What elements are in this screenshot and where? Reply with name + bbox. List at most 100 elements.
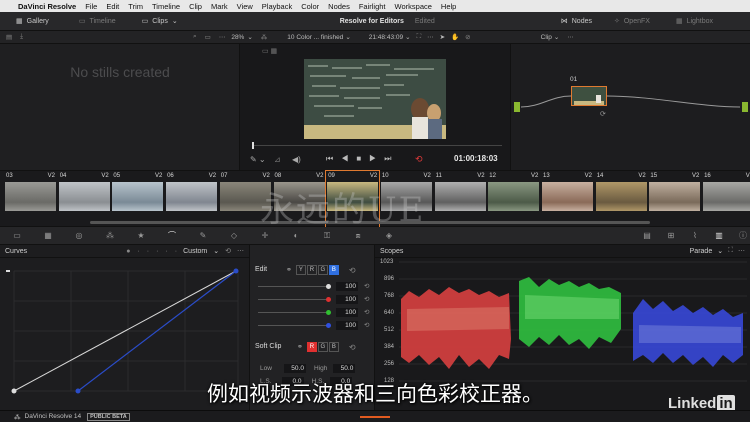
curves-mode-select[interactable]: Custom: [183, 248, 207, 255]
menu-workspace[interactable]: Workspace: [395, 2, 432, 11]
menu-edit[interactable]: Edit: [106, 2, 119, 11]
reset-icon[interactable]: ⟲: [225, 247, 231, 255]
link-icon[interactable]: ⚭: [297, 343, 303, 351]
gallery-list-icon[interactable]: ▤: [6, 33, 12, 41]
menu-file[interactable]: File: [85, 2, 97, 11]
reset-icon[interactable]: ⟲: [364, 308, 369, 316]
channel-b-button[interactable]: B: [328, 265, 339, 275]
gallery-import-icon[interactable]: ⤓: [20, 33, 23, 41]
color-wheels-icon[interactable]: ◎: [72, 231, 86, 240]
rgb-mixer-icon[interactable]: ⁂: [103, 231, 117, 240]
lightbox-button[interactable]: ▦ Lightbox: [676, 17, 713, 26]
r-slider[interactable]: [258, 296, 331, 302]
info-view-icon[interactable]: ⊞: [664, 231, 678, 240]
more-icon[interactable]: ⋯: [567, 33, 574, 41]
timeline-clip[interactable]: 04 V2: [58, 171, 111, 228]
node-mode-select[interactable]: Clip: [541, 34, 552, 41]
menu-timeline[interactable]: Timeline: [152, 2, 180, 11]
menu-trim[interactable]: Trim: [128, 2, 143, 11]
scope-view-icon[interactable]: ▤: [640, 231, 654, 240]
pointer-tool-icon[interactable]: ➤: [440, 33, 445, 41]
audio-icon[interactable]: ◀): [292, 155, 301, 164]
hand-tool-icon[interactable]: ✋: [451, 33, 459, 41]
tracker-icon[interactable]: ✛: [258, 231, 272, 240]
view-options-icon[interactable]: ⁂: [261, 33, 268, 41]
more-icon[interactable]: ⋯: [427, 33, 434, 41]
blur-icon[interactable]: ◐: [289, 231, 303, 240]
g-value[interactable]: 100: [336, 307, 358, 317]
color-match-icon[interactable]: ▦: [41, 231, 55, 240]
disable-icon[interactable]: ⊘: [465, 33, 470, 41]
timeline-clip[interactable]: 14 V2: [595, 171, 648, 228]
g-slider[interactable]: [258, 309, 331, 315]
node-output[interactable]: [742, 102, 748, 112]
loop-icon[interactable]: ⟲: [415, 154, 423, 165]
timeline-clip[interactable]: 16 V2: [702, 171, 750, 228]
collapse-icon[interactable]: ▭: [205, 33, 211, 41]
transport-controls[interactable]: ⏮◀■▶⏭: [326, 154, 400, 164]
menu-fairlight[interactable]: Fairlight: [359, 2, 386, 11]
soft-clip-b-button[interactable]: B: [328, 342, 339, 352]
timeline-clip[interactable]: 05 V2: [111, 171, 164, 228]
link-icon[interactable]: ⚭: [286, 266, 292, 274]
source-input[interactable]: [514, 102, 520, 112]
qualifier-icon[interactable]: ✎: [196, 231, 210, 240]
highlight-icon[interactable]: ⊿: [274, 155, 281, 164]
reset-icon[interactable]: ⟲: [349, 343, 356, 352]
more-icon[interactable]: ⋯: [219, 33, 226, 41]
more-icon[interactable]: ⋯: [237, 247, 244, 255]
menu-playback[interactable]: Playback: [262, 2, 292, 11]
b-slider[interactable]: [258, 322, 331, 328]
eyedropper-icon[interactable]: ✎ ⌄: [250, 155, 266, 164]
low-value[interactable]: 50.0: [283, 364, 306, 373]
openfx-button[interactable]: ✧ OpenFX: [614, 17, 650, 26]
r-value[interactable]: 100: [336, 294, 358, 304]
window-icon[interactable]: ◇: [227, 231, 241, 240]
sizing-icon[interactable]: ⧈: [351, 231, 365, 241]
gallery-button[interactable]: ▦ Gallery: [16, 17, 49, 26]
motion-effects-icon[interactable]: ★: [134, 231, 148, 240]
timeline-button[interactable]: ▭ Timeline: [79, 17, 116, 26]
reset-icon[interactable]: ⟲: [364, 282, 369, 290]
nodes-button[interactable]: ⋈ Nodes: [561, 17, 592, 26]
timeline-clip[interactable]: 15 V2: [648, 171, 701, 228]
scope-mode-select[interactable]: Parade: [690, 248, 713, 255]
high-value[interactable]: 50.0: [333, 364, 356, 373]
channel-r-button[interactable]: R: [306, 265, 317, 275]
menu-color[interactable]: Color: [301, 2, 319, 11]
expand-icon[interactable]: ⛶: [417, 33, 422, 41]
channel-y-button[interactable]: Y: [295, 265, 306, 275]
info-icon[interactable]: ⓘ: [736, 230, 750, 241]
soft-clip-g-button[interactable]: G: [317, 342, 328, 352]
viewer-scrubber[interactable]: [252, 145, 502, 146]
soft-clip-r-button[interactable]: R: [306, 342, 317, 352]
timeline-clip[interactable]: 06 V2: [165, 171, 218, 228]
playhead[interactable]: [252, 142, 254, 149]
menu-app-name[interactable]: DaVinci Resolve: [18, 2, 76, 11]
timeline-clip[interactable]: 11 V2: [434, 171, 487, 228]
viewer-layout-icons[interactable]: ▭ ▦: [262, 47, 277, 55]
more-icon[interactable]: ⋯: [738, 247, 745, 255]
scopes-toggle-icon[interactable]: ▥: [712, 231, 726, 240]
reset-icon[interactable]: ⟲: [349, 266, 356, 275]
graph-view-icon[interactable]: ⌇: [688, 231, 702, 240]
3d-icon[interactable]: ◈: [382, 231, 396, 240]
search-icon[interactable]: ⌕: [193, 33, 197, 41]
menu-view[interactable]: View: [237, 2, 253, 11]
key-icon[interactable]: ⚿: [320, 231, 334, 241]
reset-icon[interactable]: ⟲: [364, 295, 369, 303]
y-slider[interactable]: [258, 283, 331, 289]
curves-icon[interactable]: ⌒: [165, 230, 179, 241]
b-value[interactable]: 100: [336, 320, 358, 330]
y-value[interactable]: 100: [336, 281, 358, 291]
timeline-clip[interactable]: 12 V2: [487, 171, 540, 228]
reset-icon[interactable]: ⟲: [364, 321, 369, 329]
menu-help[interactable]: Help: [441, 2, 456, 11]
menu-nodes[interactable]: Nodes: [328, 2, 350, 11]
zoom-select[interactable]: 28%: [231, 34, 244, 41]
menu-clip[interactable]: Clip: [189, 2, 202, 11]
clips-button[interactable]: ▭ Clips ⌄: [142, 17, 178, 26]
timeline-clip[interactable]: 13 V2: [541, 171, 594, 228]
camera-raw-icon[interactable]: ▭: [10, 231, 24, 240]
menu-mark[interactable]: Mark: [211, 2, 228, 11]
